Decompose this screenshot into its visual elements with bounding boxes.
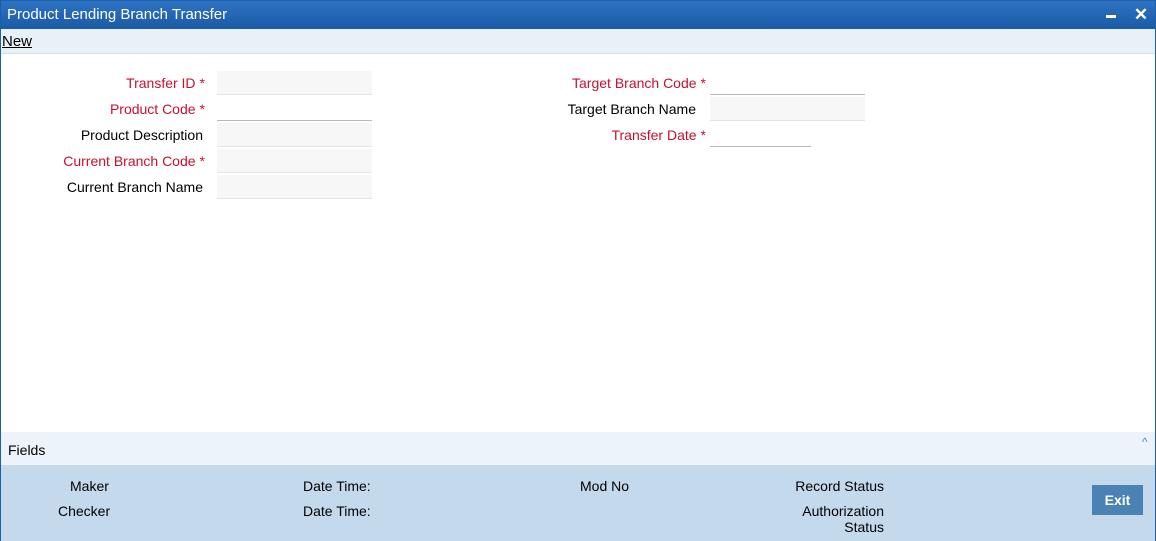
- title-bar: Product Lending Branch Transfer ✕: [1, 1, 1155, 29]
- current-branch-code-label: Current Branch Code *: [63, 153, 205, 169]
- close-button[interactable]: ✕: [1130, 4, 1152, 26]
- fields-label: Fields: [8, 442, 46, 458]
- required-marker: *: [199, 153, 205, 169]
- required-marker: *: [199, 75, 205, 91]
- current-branch-code-field[interactable]: [217, 149, 372, 173]
- fields-section-bar: Fields ^: [1, 432, 1155, 465]
- transfer-id-field[interactable]: [217, 71, 372, 95]
- toolbar: New: [1, 29, 1155, 54]
- minimize-button[interactable]: [1100, 4, 1122, 26]
- transfer-id-label: Transfer ID *: [126, 75, 205, 91]
- mod-no-label: Mod No: [580, 478, 630, 494]
- checker-date-time-label: Date Time:: [303, 503, 371, 519]
- chevron-up-icon[interactable]: ^: [1142, 435, 1148, 449]
- authorization-status-label-line1: Authorization: [802, 503, 884, 519]
- minimize-icon: [1106, 15, 1116, 19]
- transfer-date-label: Transfer Date *: [611, 127, 706, 143]
- maker-label: Maker: [70, 478, 109, 494]
- new-link[interactable]: New: [2, 33, 32, 50]
- target-branch-code-label: Target Branch Code *: [572, 75, 706, 91]
- authorization-status-label-line2: Status: [844, 519, 884, 535]
- audit-panel: Maker Checker Date Time: Date Time: Mod …: [1, 465, 1155, 541]
- exit-button[interactable]: Exit: [1092, 485, 1143, 515]
- maker-date-time-label: Date Time:: [303, 478, 371, 494]
- close-icon: ✕: [1133, 5, 1149, 24]
- current-branch-name-field[interactable]: [217, 175, 372, 199]
- product-code-field[interactable]: [217, 97, 372, 121]
- target-branch-name-field[interactable]: [710, 97, 865, 121]
- checker-label: Checker: [58, 503, 111, 519]
- transfer-date-field[interactable]: [710, 123, 811, 147]
- product-lending-branch-transfer-window: Product Lending Branch Transfer ✕ New Tr…: [0, 0, 1156, 541]
- required-marker: *: [700, 75, 706, 91]
- target-branch-name-label: Target Branch Name: [567, 101, 696, 117]
- product-description-label: Product Description: [80, 127, 203, 143]
- required-marker: *: [199, 101, 205, 117]
- product-code-label: Product Code *: [109, 101, 205, 117]
- required-marker: *: [700, 127, 706, 143]
- record-status-label: Record Status: [795, 478, 884, 494]
- product-description-field[interactable]: [217, 123, 372, 147]
- target-branch-code-field[interactable]: [710, 71, 865, 95]
- current-branch-name-label: Current Branch Name: [66, 179, 203, 195]
- window-title: Product Lending Branch Transfer: [7, 6, 228, 23]
